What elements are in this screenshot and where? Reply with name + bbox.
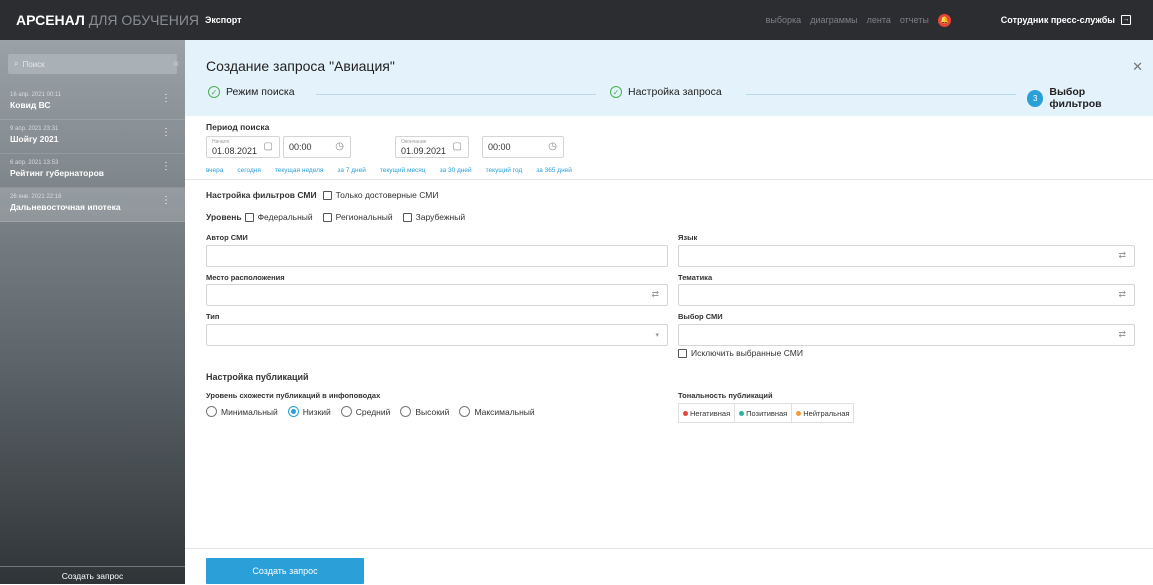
step-search-mode[interactable]: ✓ Режим поиска bbox=[208, 86, 301, 98]
more-icon[interactable]: ⋮ bbox=[161, 162, 171, 172]
clock-icon[interactable]: ◷ bbox=[548, 141, 557, 152]
start-time-field[interactable]: 00:00 ◷ bbox=[283, 136, 351, 158]
tone-negative[interactable]: Негативная bbox=[679, 404, 736, 422]
logout-icon[interactable]: → bbox=[1121, 15, 1131, 25]
tone-neutral[interactable]: Нейтральная bbox=[792, 404, 853, 422]
language-label: Язык bbox=[678, 233, 698, 242]
list-item[interactable]: 26 янв. 2021 22:16 Дальневосточная ипотек… bbox=[0, 188, 185, 222]
list-item[interactable]: 16 апр. 2021 00:11 Ковид ВС ⋮ bbox=[0, 86, 185, 120]
close-icon[interactable]: ✕ bbox=[1132, 59, 1143, 75]
quick-period-links: вчера сегодня текущая неделя за 7 дней т… bbox=[206, 167, 572, 174]
reliable-checkbox[interactable]: Только достоверные СМИ bbox=[322, 190, 438, 200]
search-input[interactable]: ⌕ Поиск « bbox=[8, 54, 179, 74]
step-filters[interactable]: 3 Выбор фильтров bbox=[1021, 86, 1137, 110]
quick-link[interactable]: за 7 дней bbox=[337, 167, 365, 174]
sidebar: ⌕ Поиск « 16 апр. 2021 00:11 Ковид ВС ⋮ 9 ап… bbox=[0, 40, 185, 584]
topic-label: Тематика bbox=[678, 273, 713, 282]
step-query-settings[interactable]: ✓ Настройка запроса bbox=[604, 86, 728, 98]
calendar-icon[interactable]: ▢ bbox=[453, 141, 462, 152]
list-item[interactable]: 6 апр. 2021 13:53 Рейтинг губернаторов ⋮ bbox=[0, 154, 185, 188]
radio-medium[interactable]: Средний bbox=[340, 406, 390, 417]
exclude-checkbox[interactable]: Исключить выбранные СМИ bbox=[678, 348, 803, 358]
more-icon[interactable]: ⋮ bbox=[161, 196, 171, 206]
radio-minimal[interactable]: Минимальный bbox=[206, 406, 278, 417]
search-icon: ⌕ bbox=[14, 59, 19, 68]
top-nav: выборка диаграммы лента отчеты 🔔 bbox=[766, 13, 951, 27]
filter-icon[interactable]: ⇄ bbox=[1118, 329, 1126, 340]
end-time-field[interactable]: 00:00 ◷ bbox=[482, 136, 564, 158]
media-choice-label: Выбор СМИ bbox=[678, 312, 723, 321]
bell-icon[interactable]: 🔔 bbox=[937, 13, 951, 27]
stepper: ✓ Режим поиска ✓ Настройка запроса 3 Выбор … bbox=[206, 86, 1137, 110]
nav-charts[interactable]: диаграммы bbox=[810, 15, 857, 25]
location-label: Место расположения bbox=[206, 273, 285, 282]
type-label: Тип bbox=[206, 312, 220, 321]
type-select[interactable]: ▾ bbox=[206, 324, 668, 346]
page-title: Создание запроса "Авиация" bbox=[206, 58, 395, 74]
foreign-checkbox[interactable]: Зарубежный bbox=[402, 212, 465, 222]
radio-high[interactable]: Высокий bbox=[400, 406, 449, 417]
start-date-field[interactable]: Начало 01.08.2021 ▢ bbox=[206, 136, 280, 158]
list-item[interactable]: 9 апр. 2021 23:31 Шойгу 2021 ⋮ bbox=[0, 120, 185, 154]
federal-checkbox[interactable]: Федеральный bbox=[244, 212, 313, 222]
publications-title: Настройка публикаций bbox=[206, 372, 309, 382]
radio-maximal[interactable]: Максимальный bbox=[459, 406, 535, 417]
calendar-icon[interactable]: ▢ bbox=[264, 141, 273, 152]
collapse-icon[interactable]: « bbox=[173, 58, 179, 70]
media-choice-field[interactable]: ⇄ bbox=[678, 324, 1135, 346]
quick-link[interactable]: текущий месяц bbox=[380, 167, 426, 174]
tonality-toggle-group: Негативная Позитивная Нейтральная bbox=[678, 403, 855, 423]
author-label: Автор СМИ bbox=[206, 233, 248, 242]
radio-low[interactable]: Низкий bbox=[287, 406, 331, 417]
quick-link[interactable]: сегодня bbox=[237, 167, 260, 174]
quick-link[interactable]: за 365 дней bbox=[536, 167, 572, 174]
user-name: Сотрудник пресс-службы bbox=[1000, 15, 1115, 25]
quick-link[interactable]: за 30 дней bbox=[440, 167, 472, 174]
create-query-button[interactable]: Создать запрос bbox=[206, 558, 364, 584]
step-line bbox=[746, 94, 1016, 95]
nav-feed[interactable]: лента bbox=[867, 15, 891, 25]
filter-icon[interactable]: ⇄ bbox=[651, 289, 659, 300]
quick-link[interactable]: текущая неделя bbox=[275, 167, 324, 174]
nav-reports[interactable]: отчеты bbox=[900, 15, 929, 25]
clock-icon[interactable]: ◷ bbox=[335, 141, 344, 152]
app-logo[interactable]: АРСЕНАЛ ДЛЯ ОБУЧЕНИЯ bbox=[0, 12, 199, 28]
divider bbox=[185, 548, 1153, 549]
user-menu[interactable]: Сотрудник пресс-службы → bbox=[1001, 15, 1131, 25]
check-icon: ✓ bbox=[610, 86, 622, 98]
nav-selection[interactable]: выборка bbox=[766, 15, 802, 25]
top-bar: АРСЕНАЛ ДЛЯ ОБУЧЕНИЯ Экспорт выборка диаг… bbox=[0, 0, 1153, 40]
filter-icon[interactable]: ⇄ bbox=[1118, 250, 1126, 261]
more-icon[interactable]: ⋮ bbox=[161, 94, 171, 104]
similarity-radio-group: Минимальный Низкий Средний Высокий Макси… bbox=[206, 406, 545, 417]
location-field[interactable]: ⇄ bbox=[206, 284, 668, 306]
more-icon[interactable]: ⋮ bbox=[161, 128, 171, 138]
chevron-down-icon: ▾ bbox=[655, 332, 659, 339]
quick-link[interactable]: вчера bbox=[206, 167, 223, 174]
period-label: Период поиска bbox=[206, 122, 270, 132]
language-field[interactable]: ⇄ bbox=[678, 245, 1135, 267]
filter-icon[interactable]: ⇄ bbox=[1118, 289, 1126, 300]
divider bbox=[185, 179, 1153, 180]
topic-field[interactable]: ⇄ bbox=[678, 284, 1135, 306]
author-field[interactable] bbox=[206, 245, 668, 267]
tonality-label: Тональность публикаций bbox=[678, 391, 773, 400]
check-icon: ✓ bbox=[208, 86, 220, 98]
regional-checkbox[interactable]: Региональный bbox=[322, 212, 393, 222]
export-link[interactable]: Экспорт bbox=[205, 15, 242, 25]
dialog-header: Создание запроса "Авиация" ✕ ✓ Режим поис… bbox=[185, 40, 1153, 116]
quick-link[interactable]: текущий год bbox=[486, 167, 523, 174]
step-line bbox=[316, 94, 596, 95]
main-panel: Создание запроса "Авиация" ✕ ✓ Режим поис… bbox=[185, 40, 1153, 584]
media-filter-row: Настройка фильтров СМИ Только достоверны… bbox=[206, 190, 439, 200]
tone-positive[interactable]: Позитивная bbox=[735, 404, 793, 422]
end-date-field[interactable]: Окончание 01.09.2021 ▢ bbox=[395, 136, 469, 158]
create-query-side-button[interactable]: Создать запрос bbox=[0, 566, 185, 584]
level-row: Уровень Федеральный Региональный Зарубеж… bbox=[206, 212, 466, 222]
similarity-label: Уровень схожести публикаций в инфоповода… bbox=[206, 391, 381, 400]
